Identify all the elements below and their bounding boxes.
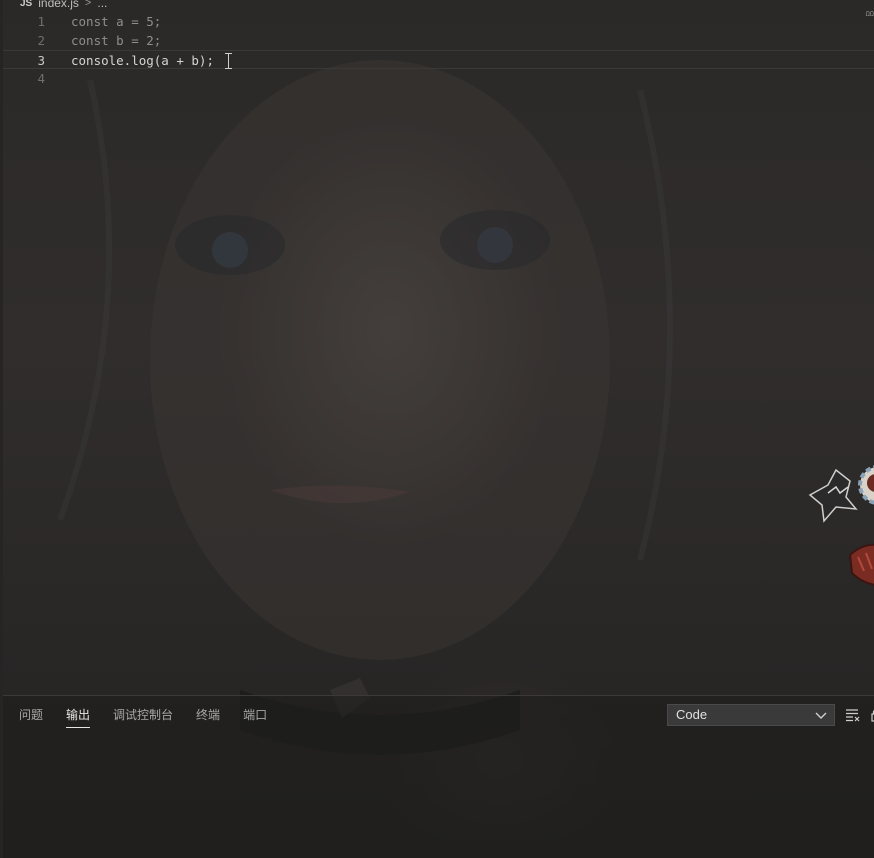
line-number: 2 bbox=[37, 33, 45, 48]
code-line[interactable]: 1 const a = 5; bbox=[3, 12, 874, 31]
bottom-panel: 问题 输出 调试控制台 终端 端口 Code bbox=[3, 695, 874, 858]
output-channel-value: Code bbox=[676, 707, 708, 722]
code-editor[interactable]: 1 const a = 5; 2 const b = 2; 3 console.… bbox=[3, 12, 874, 692]
chevron-down-icon bbox=[815, 712, 827, 719]
line-code[interactable]: const b = 2; bbox=[71, 31, 161, 50]
panel-tabs: 问题 输出 调试控制台 终端 端口 bbox=[19, 706, 290, 728]
line-number: 4 bbox=[37, 71, 45, 86]
tab-output[interactable]: 输出 bbox=[66, 706, 91, 728]
code-line[interactable]: 4 bbox=[3, 69, 874, 88]
tab-problems[interactable]: 问题 bbox=[19, 706, 43, 728]
breadcrumb: JS index.js > ... bbox=[20, 0, 107, 11]
breadcrumb-symbol[interactable]: ... bbox=[97, 0, 107, 10]
vscode-window: JS index.js > ... ΩΩ 1 const a = 5; 2 co… bbox=[0, 0, 874, 858]
breadcrumb-separator: > bbox=[84, 0, 92, 9]
code-line-current[interactable]: 3 console.log(a + b); bbox=[3, 50, 874, 69]
breadcrumb-file[interactable]: index.js bbox=[38, 0, 79, 10]
line-code[interactable]: const a = 5; bbox=[71, 12, 161, 31]
tab-terminal[interactable]: 终端 bbox=[196, 706, 220, 728]
text-cursor-icon bbox=[225, 53, 232, 69]
code-line[interactable]: 2 const b = 2; bbox=[3, 31, 874, 50]
line-number: 3 bbox=[37, 53, 45, 68]
tab-debug-console[interactable]: 调试控制台 bbox=[113, 706, 173, 728]
output-channel-select[interactable]: Code bbox=[667, 704, 835, 726]
javascript-file-icon: JS bbox=[20, 0, 33, 9]
line-number: 1 bbox=[37, 14, 45, 29]
clear-output-icon[interactable] bbox=[845, 708, 861, 722]
tab-ports[interactable]: 端口 bbox=[243, 706, 267, 728]
line-code[interactable]: console.log(a + b); bbox=[71, 51, 214, 70]
mascot-sticker-icon bbox=[808, 465, 874, 586]
